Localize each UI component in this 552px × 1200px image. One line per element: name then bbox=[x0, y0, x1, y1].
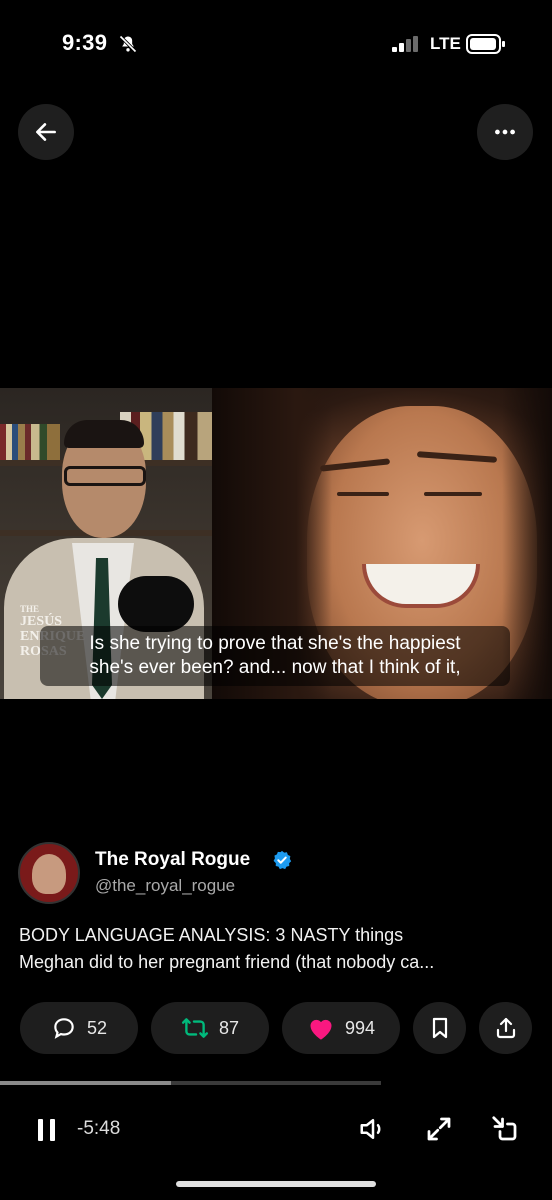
time-remaining: -5:48 bbox=[77, 1118, 121, 1139]
signal-icon bbox=[392, 36, 418, 52]
back-button[interactable] bbox=[18, 104, 74, 160]
bell-slash-icon bbox=[119, 35, 137, 53]
like-button[interactable]: 994 bbox=[282, 1002, 400, 1054]
share-icon bbox=[496, 1017, 515, 1039]
bookmark-icon bbox=[432, 1017, 447, 1039]
repost-count: 87 bbox=[218, 1017, 240, 1038]
video-caption: Is she trying to prove that she's the ha… bbox=[40, 626, 510, 686]
fullscreen-icon[interactable] bbox=[424, 1114, 454, 1144]
progress-bar[interactable] bbox=[0, 1081, 171, 1085]
more-options-button[interactable] bbox=[477, 104, 533, 160]
share-button[interactable] bbox=[479, 1002, 532, 1054]
reply-count: 52 bbox=[86, 1017, 108, 1038]
arrow-left-icon bbox=[36, 123, 56, 141]
repost-icon bbox=[181, 1018, 209, 1038]
pause-icon[interactable] bbox=[36, 1118, 58, 1142]
repost-button[interactable]: 87 bbox=[151, 1002, 269, 1054]
author-handle[interactable]: @the_royal_rogue bbox=[95, 876, 235, 896]
network-type: LTE bbox=[430, 34, 461, 53]
volume-icon[interactable] bbox=[358, 1114, 388, 1144]
status-time: 9:39 bbox=[62, 30, 108, 55]
minimize-player-icon[interactable] bbox=[490, 1114, 520, 1144]
verified-badge-icon bbox=[273, 850, 292, 870]
post-text[interactable]: BODY LANGUAGE ANALYSIS: 3 NASTY things M… bbox=[19, 922, 534, 976]
video-player[interactable]: THE JESÚS ENRIQUE ROSAS Is she trying to… bbox=[0, 388, 552, 699]
more-horizontal-icon bbox=[495, 129, 515, 135]
avatar[interactable] bbox=[18, 842, 80, 904]
heart-icon bbox=[310, 1019, 332, 1040]
battery-icon bbox=[466, 34, 505, 54]
like-count: 994 bbox=[344, 1017, 376, 1038]
author-name[interactable]: The Royal Rogue bbox=[95, 849, 250, 871]
reply-icon bbox=[54, 1018, 74, 1039]
microphone bbox=[118, 576, 194, 632]
bookmark-button[interactable] bbox=[413, 1002, 466, 1054]
reply-button[interactable]: 52 bbox=[20, 1002, 138, 1054]
home-indicator[interactable] bbox=[176, 1181, 376, 1187]
